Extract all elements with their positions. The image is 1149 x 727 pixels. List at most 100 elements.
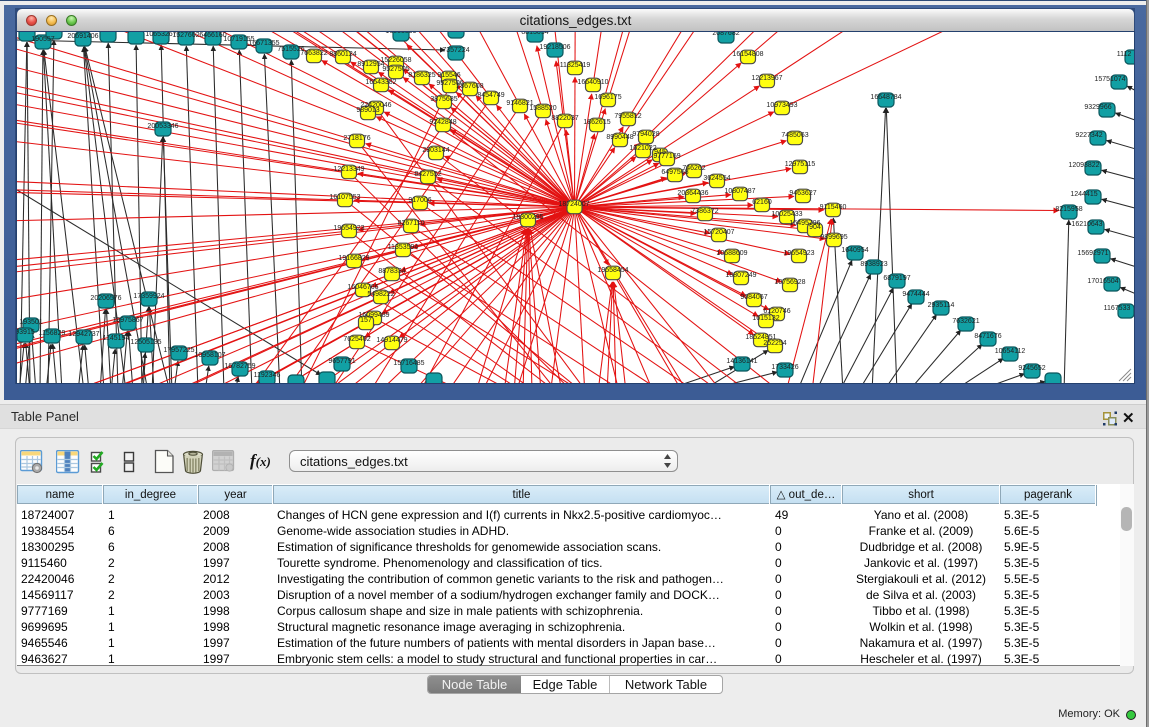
svg-text:1145194: 1145194 <box>103 335 130 342</box>
svg-text:1615132: 1615132 <box>752 315 779 322</box>
svg-text:252254: 252254 <box>763 340 786 347</box>
svg-text:746262: 746262 <box>682 165 705 172</box>
svg-text:10807487: 10807487 <box>724 188 755 195</box>
svg-text:19558454: 19558454 <box>597 267 628 274</box>
svg-text:16671355: 16671355 <box>248 40 279 47</box>
svg-text:904: 904 <box>809 224 821 231</box>
svg-text:190557: 190557 <box>31 36 54 43</box>
svg-text:12093822: 12093822 <box>1068 162 1099 169</box>
svg-text:2803144: 2803144 <box>422 147 449 154</box>
svg-text:1733426: 1733426 <box>771 364 798 371</box>
svg-text:16154808: 16154808 <box>732 51 763 58</box>
svg-text:20206576: 20206576 <box>90 295 121 302</box>
svg-text:11325419: 11325419 <box>560 62 591 69</box>
svg-text:6879197: 6879197 <box>883 275 910 282</box>
svg-text:7663822: 7663822 <box>300 50 327 57</box>
svg-text:20691406: 20691406 <box>67 33 98 40</box>
svg-text:7955812: 7955812 <box>614 113 641 120</box>
svg-text:3875685: 3875685 <box>430 96 457 103</box>
svg-text:12942737: 12942737 <box>68 331 99 338</box>
svg-text:193501: 193501 <box>19 319 42 326</box>
svg-text:10654112: 10654112 <box>995 348 1026 355</box>
svg-text:9329966: 9329966 <box>1084 104 1111 111</box>
svg-text:9115460: 9115460 <box>820 204 847 211</box>
svg-text:7357224: 7357224 <box>442 47 469 54</box>
svg-text:9242848: 9242848 <box>429 119 456 126</box>
svg-text:7485063: 7485063 <box>781 132 808 139</box>
svg-text:12505135: 12505135 <box>130 339 161 346</box>
svg-text:7632621: 7632621 <box>952 318 979 325</box>
svg-text:19975867: 19975867 <box>112 317 143 324</box>
svg-text:18807249: 18807249 <box>725 272 756 279</box>
svg-text:8471676: 8471676 <box>974 333 1001 340</box>
svg-text:1244415: 1244415 <box>1070 191 1097 198</box>
svg-text:15226058: 15226058 <box>380 57 411 64</box>
svg-text:1862615: 1862615 <box>583 119 610 126</box>
svg-text:7386372: 7386372 <box>691 208 718 215</box>
svg-text:16782759: 16782759 <box>224 363 255 370</box>
svg-text:8813054: 8813054 <box>521 32 548 36</box>
svg-text:10688609: 10688609 <box>716 250 747 257</box>
svg-text:8822037: 8822037 <box>551 115 578 122</box>
svg-text:7625402: 7625402 <box>343 336 370 343</box>
svg-text:17359924: 17359924 <box>133 293 164 300</box>
svg-text:19654923: 19654923 <box>333 225 364 232</box>
svg-text:10025433: 10025433 <box>771 211 802 218</box>
svg-text:9777169: 9777169 <box>653 153 680 160</box>
svg-text:8186325: 8186325 <box>408 72 435 79</box>
svg-text:8427552: 8427552 <box>414 171 441 178</box>
svg-text:9657791: 9657791 <box>328 358 355 365</box>
svg-text:19218506: 19218506 <box>539 44 570 51</box>
svg-text:6120746: 6120746 <box>763 308 790 315</box>
svg-text:62160: 62160 <box>752 199 772 206</box>
svg-text:9527505: 9527505 <box>382 66 409 73</box>
svg-text:9794028: 9794028 <box>632 131 659 138</box>
svg-text:15716485: 15716485 <box>393 360 424 367</box>
svg-text:9245652: 9245652 <box>1018 365 1045 372</box>
svg-text:10973493: 10973493 <box>766 102 797 109</box>
svg-text:1640954: 1640954 <box>841 247 868 254</box>
svg-text:12213967: 12213967 <box>751 75 782 82</box>
svg-text:16046766: 16046766 <box>347 284 378 291</box>
svg-text:8990448: 8990448 <box>606 134 633 141</box>
svg-text:1156829: 1156829 <box>39 330 66 337</box>
svg-text:16210643: 16210643 <box>1071 221 1102 228</box>
svg-text:2867608: 2867608 <box>456 83 483 90</box>
svg-text:16543382: 16543382 <box>365 79 396 86</box>
svg-text:10958107: 10958107 <box>194 352 225 359</box>
svg-text:1527602: 1527602 <box>172 32 199 39</box>
svg-text:8454749: 8454749 <box>477 92 504 99</box>
svg-text:10756928: 10756928 <box>774 279 805 286</box>
svg-text:9899695: 9899695 <box>820 234 847 241</box>
svg-text:9084067: 9084067 <box>740 294 767 301</box>
svg-text:8215958: 8215958 <box>1055 206 1082 213</box>
svg-text:8878334: 8878334 <box>378 268 405 275</box>
svg-text:15692971: 15692971 <box>1077 250 1108 257</box>
svg-text:20053346: 20053346 <box>147 123 178 130</box>
svg-text:19166829: 19166829 <box>338 255 369 262</box>
svg-text:16648784: 16648784 <box>870 94 901 101</box>
svg-text:1192346: 1192346 <box>254 372 281 379</box>
svg-text:16053809: 16053809 <box>385 32 416 35</box>
svg-text:12213349: 12213349 <box>333 166 364 173</box>
svg-text:2718176: 2718176 <box>343 135 370 142</box>
svg-text:8267110: 8267110 <box>398 220 425 227</box>
svg-text:2935114: 2935114 <box>928 302 955 309</box>
svg-text:16640910: 16640910 <box>577 79 608 86</box>
svg-text:11353594: 11353594 <box>388 244 419 251</box>
svg-text:93915: 93915 <box>17 329 35 336</box>
svg-text:915546: 915546 <box>437 72 460 79</box>
svg-text:17016504: 17016504 <box>1087 278 1118 285</box>
svg-text:989013: 989013 <box>356 107 379 114</box>
svg-text:16107553: 16107553 <box>329 194 360 201</box>
svg-text:8938923: 8938923 <box>860 261 887 268</box>
svg-text:17957225: 17957225 <box>163 347 194 354</box>
svg-text:157: 157 <box>360 317 372 324</box>
svg-text:19654923: 19654923 <box>783 250 814 257</box>
svg-text:15751074: 15751074 <box>1094 76 1125 83</box>
svg-text:15720407: 15720407 <box>703 229 734 236</box>
svg-text:1167533: 1167533 <box>1104 305 1131 312</box>
svg-text:14914479: 14914479 <box>376 337 407 344</box>
svg-text:3624554: 3624554 <box>703 175 730 182</box>
svg-text:12975115: 12975115 <box>785 161 816 168</box>
